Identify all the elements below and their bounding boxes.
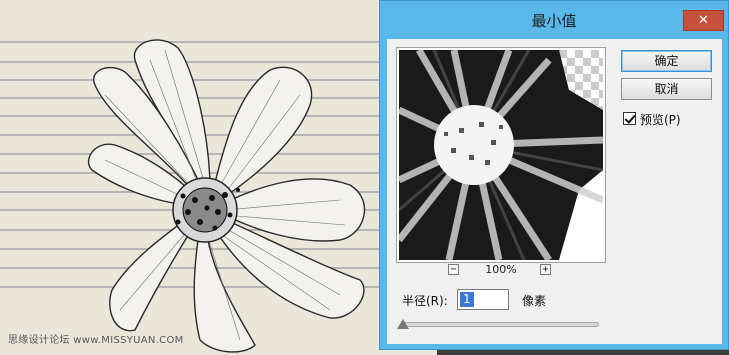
dialog-titlebar[interactable]: 最小值 ✕ bbox=[380, 1, 728, 39]
plus-icon: + bbox=[542, 264, 549, 275]
close-icon: ✕ bbox=[698, 13, 709, 28]
checkmark-icon[interactable] bbox=[623, 112, 636, 125]
dialog-title: 最小值 bbox=[531, 12, 577, 30]
watermark-text: 思缘设计论坛 www.MISSYUAN.COM bbox=[8, 335, 184, 346]
radius-unit-label: 像素 bbox=[522, 294, 547, 308]
preview-image bbox=[399, 50, 603, 260]
preview-label: 预览(P) bbox=[640, 113, 681, 127]
radius-slider-track[interactable] bbox=[401, 322, 599, 327]
radius-value: 1 bbox=[460, 292, 474, 307]
dialog-body: − 100% + 半径(R): 1 像素 确定 取消 预览(P) bbox=[387, 39, 722, 344]
minimum-filter-dialog: 最小值 ✕ − 100% + 半径(R): 1 像素 确定 取消 预览(P) bbox=[379, 0, 729, 350]
radius-input[interactable]: 1 bbox=[457, 289, 509, 310]
zoom-in-button[interactable]: + bbox=[540, 264, 551, 275]
close-button[interactable]: ✕ bbox=[683, 10, 724, 31]
zoom-out-button[interactable]: − bbox=[448, 264, 459, 275]
filter-preview[interactable] bbox=[396, 47, 606, 263]
zoom-level: 100% bbox=[485, 263, 517, 276]
cancel-button[interactable]: 取消 bbox=[621, 78, 712, 100]
radius-slider-thumb[interactable] bbox=[397, 319, 409, 329]
minus-icon: − bbox=[450, 264, 457, 275]
ok-button[interactable]: 确定 bbox=[621, 50, 712, 72]
zoom-controls: − 100% + bbox=[387, 262, 615, 276]
radius-label: 半径(R): bbox=[402, 294, 448, 308]
